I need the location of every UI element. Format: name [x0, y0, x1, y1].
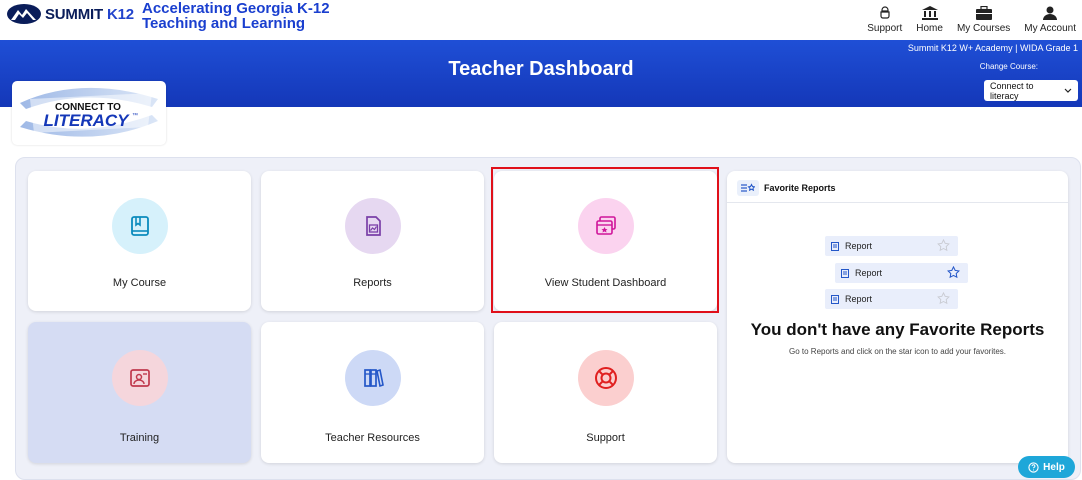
book-icon-badge	[111, 198, 168, 254]
nav-my-account[interactable]: My Account	[1024, 0, 1076, 34]
literacy-logo-tm: ™	[132, 112, 138, 119]
star-outline-icon	[937, 292, 950, 305]
nav-support-label: Support	[867, 23, 903, 34]
summit-k12-logo[interactable]: SUMMIT K12	[6, 3, 134, 25]
document-icon	[831, 241, 839, 251]
tile-label: Teacher Resources	[325, 432, 420, 444]
nav-home-label: Home	[916, 23, 943, 34]
tile-label: Support	[586, 432, 625, 444]
tile-teacher-resources[interactable]: Teacher Resources	[261, 322, 484, 463]
favorite-reports-title: Favorite Reports	[764, 183, 836, 193]
top-nav: Support Home My Courses My Account	[853, 0, 1076, 34]
sample-report-row: Report	[825, 236, 958, 256]
books-icon-badge	[344, 350, 401, 406]
nav-support[interactable]: Support	[867, 0, 902, 34]
nav-my-courses-label: My Courses	[956, 23, 1011, 34]
report-chart-icon	[365, 216, 381, 236]
tile-my-course[interactable]: My Course	[28, 171, 251, 311]
help-button[interactable]: Help	[1018, 456, 1075, 478]
support-bell-icon	[880, 6, 890, 19]
change-course-label: Change Course:	[979, 62, 1038, 71]
briefcase-icon	[975, 6, 992, 20]
literacy-logo-line2: LITERACY	[44, 111, 131, 130]
empty-state-title: You don't have any Favorite Reports	[750, 320, 1045, 339]
report-icon-badge	[344, 198, 401, 254]
tile-label: View Student Dashboard	[544, 277, 667, 289]
tile-view-student-dashboard[interactable]: View Student Dashboard	[494, 171, 717, 311]
home-building-icon	[921, 6, 938, 20]
empty-state-subtitle: Go to Reports and click on the star icon…	[789, 347, 1006, 356]
chevron-down-icon	[1064, 88, 1072, 93]
star-outline-icon	[937, 239, 950, 252]
tile-label: My Course	[112, 277, 167, 289]
lifebuoy-icon	[594, 367, 617, 389]
tagline-line1: Accelerating Georgia K-12	[142, 0, 330, 17]
brand-name: SUMMIT K12	[45, 5, 134, 23]
book-icon	[130, 216, 149, 236]
top-header: SUMMIT K12 Accelerating Georgia K-12 Tea…	[0, 0, 1082, 40]
lifebuoy-icon-badge	[577, 350, 634, 406]
sample-report-label: Report	[855, 268, 883, 278]
help-label: Help	[1043, 461, 1065, 473]
nav-home[interactable]: Home	[916, 0, 943, 34]
question-circle-icon	[1028, 461, 1039, 473]
favorite-list-icon	[737, 180, 759, 196]
sample-report-row: Report	[835, 263, 968, 283]
training-board-icon	[129, 369, 150, 387]
connect-to-literacy-logo: CONNECT TO LITERACY ™	[12, 81, 166, 145]
divider	[727, 202, 1068, 203]
nav-my-account-label: My Account	[1024, 23, 1076, 34]
mountain-logo-icon	[7, 4, 41, 24]
star-outline-icon	[947, 266, 960, 279]
tagline-line2: Teaching and Learning	[142, 15, 306, 32]
tile-support[interactable]: Support	[494, 322, 717, 463]
course-select-value: Connect to literacy	[990, 80, 1034, 101]
course-info: Summit K12 W+ Academy | WIDA Grade 1 Cha…	[908, 43, 1078, 71]
books-icon	[363, 368, 384, 388]
tile-reports[interactable]: Reports	[261, 171, 484, 311]
sample-report-label: Report	[845, 294, 873, 304]
sample-report-row: Report	[825, 289, 958, 309]
sample-report-label: Report	[845, 241, 873, 251]
student-dashboard-icon-badge	[577, 198, 634, 254]
tagline: Accelerating Georgia K-12 Teaching and L…	[142, 1, 330, 31]
favorite-reports-card: Favorite Reports Report Report Report Yo…	[727, 171, 1068, 463]
student-dashboard-icon	[595, 216, 616, 235]
tile-label: Training	[119, 432, 160, 444]
course-name: Summit K12 W+ Academy | WIDA Grade 1	[907, 43, 1078, 53]
tile-training[interactable]: Training	[28, 322, 251, 463]
tile-label: Reports	[353, 277, 392, 289]
user-icon	[1043, 6, 1058, 20]
document-icon	[831, 294, 839, 304]
document-icon	[841, 268, 849, 278]
training-icon-badge	[111, 350, 168, 406]
change-course-select[interactable]: Connect to literacy	[984, 80, 1078, 101]
favorite-reports-header: Favorite Reports	[737, 180, 836, 196]
nav-my-courses[interactable]: My Courses	[957, 0, 1010, 34]
